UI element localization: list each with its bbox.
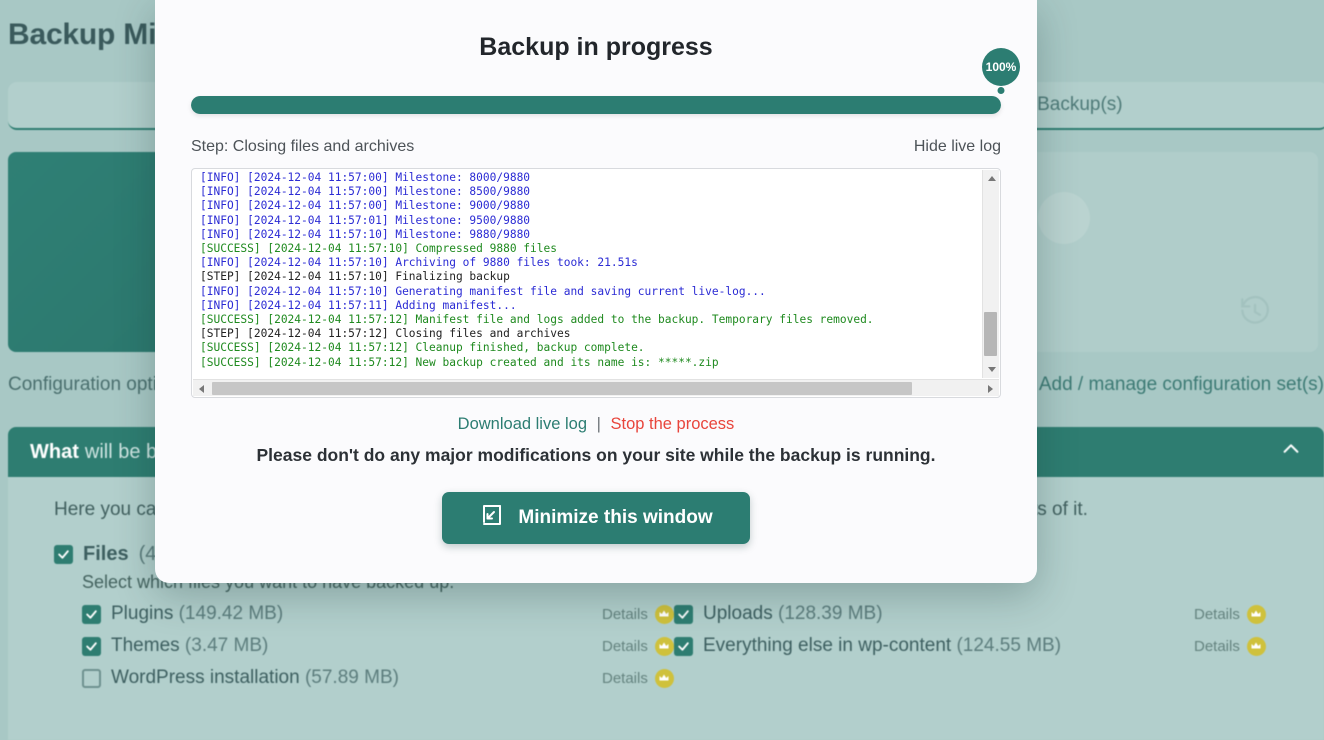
list-item[interactable]: WordPress installation (57.89 MB) bbox=[82, 667, 602, 689]
log-line: [INFO] [2024-12-04 11:57:10] Archiving o… bbox=[200, 256, 638, 270]
log-line: [STEP] [2024-12-04 11:57:12] Closing fil… bbox=[200, 327, 571, 341]
list-item[interactable]: Themes (3.47 MB) bbox=[82, 635, 602, 657]
log-line: [INFO] [2024-12-04 11:57:10] Milestone: … bbox=[200, 227, 531, 241]
step-row: Step: Closing files and archives Hide li… bbox=[191, 138, 1001, 156]
restore-card-decor-circle bbox=[1038, 192, 1090, 244]
list-item[interactable]: Plugins (149.42 MB) bbox=[82, 603, 602, 625]
scroll-right-arrow-icon[interactable] bbox=[982, 380, 999, 397]
plugins-checkbox[interactable] bbox=[82, 604, 101, 624]
current-step-label: Step: Closing files and archives bbox=[191, 138, 415, 155]
details-label: Details bbox=[1194, 637, 1240, 655]
progress-bar-fill bbox=[191, 96, 1001, 114]
warning-message: Please don't do any major modifications … bbox=[256, 445, 936, 465]
log-line: [SUCCESS] [2024-12-04 11:57:10] Compress… bbox=[200, 242, 557, 256]
crown-icon bbox=[1246, 604, 1266, 624]
restore-backup-card[interactable] bbox=[1026, 152, 1318, 352]
backup-in-progress-modal: Backup in progress 100% Step: Closing fi… bbox=[155, 0, 1037, 583]
wordpress-installation-size: (57.89 MB) bbox=[304, 667, 399, 688]
log-line: [INFO] [2024-12-04 11:57:10] Generating … bbox=[200, 284, 766, 298]
add-manage-configuration-sets-link[interactable]: + Add / manage configuration set(s) bbox=[1024, 374, 1324, 396]
details-label: Details bbox=[602, 669, 648, 687]
themes-details[interactable]: Details bbox=[602, 636, 674, 656]
panel-header-bold: What bbox=[30, 440, 79, 463]
progress-area: 100% bbox=[191, 48, 1020, 116]
wordpress-installation-checkbox[interactable] bbox=[82, 668, 101, 688]
scroll-up-arrow-icon[interactable] bbox=[983, 170, 1000, 187]
files-checkbox[interactable] bbox=[54, 545, 73, 564]
wordpress-installation-details[interactable]: Details bbox=[602, 668, 674, 688]
progress-badge-dot bbox=[997, 87, 1005, 94]
log-actions-row: Download live log | Stop the process bbox=[155, 415, 1037, 434]
plugins-details[interactable]: Details bbox=[602, 604, 674, 624]
uploads-size: (128.39 MB) bbox=[778, 603, 883, 624]
log-line: [INFO] [2024-12-04 11:57:00] Milestone: … bbox=[200, 171, 531, 184]
log-line: [INFO] [2024-12-04 11:57:01] Milestone: … bbox=[200, 213, 531, 227]
minimize-window-button[interactable]: Minimize this window bbox=[442, 492, 750, 544]
progress-bar-track bbox=[191, 96, 1001, 114]
progress-percent-badge: 100% bbox=[982, 48, 1020, 86]
modal-title: Backup in progress bbox=[479, 33, 713, 61]
log-line: [INFO] [2024-12-04 11:57:11] Adding mani… bbox=[200, 298, 517, 312]
crown-icon bbox=[1246, 636, 1266, 656]
files-label: Files bbox=[83, 543, 129, 565]
log-line: [STEP] [2024-12-04 11:57:10] Finalizing … bbox=[200, 270, 510, 284]
themes-checkbox[interactable] bbox=[82, 636, 101, 656]
vertical-scrollbar-thumb[interactable] bbox=[984, 312, 997, 356]
themes-label: Themes bbox=[111, 635, 180, 656]
everything-else-wp-content-size: (124.55 MB) bbox=[956, 635, 1062, 656]
stop-the-process-link[interactable]: Stop the process bbox=[610, 415, 734, 433]
horizontal-scrollbar-thumb[interactable] bbox=[212, 382, 912, 395]
everything-else-wp-content-checkbox[interactable] bbox=[674, 636, 693, 656]
live-log-horizontal-scrollbar[interactable] bbox=[193, 379, 999, 396]
wordpress-installation-label: WordPress installation bbox=[111, 667, 300, 688]
hide-live-log-link[interactable]: Hide live log bbox=[914, 138, 1001, 156]
details-label: Details bbox=[1194, 605, 1240, 623]
plugins-label: Plugins bbox=[111, 603, 174, 624]
everything-else-details[interactable]: Details bbox=[1194, 636, 1266, 656]
log-line: [SUCCESS] [2024-12-04 11:57:12] Manifest… bbox=[200, 313, 874, 327]
uploads-label: Uploads bbox=[703, 603, 773, 624]
minimize-window-label: Minimize this window bbox=[518, 507, 713, 528]
crown-icon bbox=[654, 636, 674, 656]
log-line: [SUCCESS] [2024-12-04 11:57:12] New back… bbox=[200, 355, 719, 369]
download-live-log-link[interactable]: Download live log bbox=[458, 415, 587, 433]
uploads-checkbox[interactable] bbox=[674, 604, 693, 624]
crown-icon bbox=[654, 604, 674, 624]
log-line: [INFO] [2024-12-04 11:57:00] Milestone: … bbox=[200, 185, 531, 199]
list-item[interactable]: Uploads (128.39 MB) bbox=[674, 603, 1194, 625]
uploads-details[interactable]: Details bbox=[1194, 604, 1266, 624]
live-log-box: [INFO] [2024-12-04 11:57:00] Milestone: … bbox=[191, 168, 1001, 398]
backup-items-grid: Plugins (149.42 MB) Details Uploads (128… bbox=[82, 603, 1278, 689]
details-label: Details bbox=[602, 637, 648, 655]
link-separator: | bbox=[596, 415, 601, 433]
scroll-left-arrow-icon[interactable] bbox=[193, 380, 210, 397]
everything-else-wp-content-label: Everything else in wp-content bbox=[703, 635, 952, 656]
details-label: Details bbox=[602, 605, 648, 623]
chevron-up-icon[interactable] bbox=[1280, 438, 1302, 466]
log-line: [INFO] [2024-12-04 11:57:00] Milestone: … bbox=[200, 199, 531, 213]
log-line: [SUCCESS] [2024-12-04 11:57:12] Cleanup … bbox=[200, 341, 645, 355]
themes-size: (3.47 MB) bbox=[184, 635, 269, 656]
plugins-size: (149.42 MB) bbox=[178, 603, 284, 624]
crown-icon bbox=[654, 668, 674, 688]
live-log-content[interactable]: [INFO] [2024-12-04 11:57:00] Milestone: … bbox=[200, 171, 981, 377]
live-log-vertical-scrollbar[interactable] bbox=[982, 170, 999, 378]
minimize-window-icon bbox=[479, 503, 503, 533]
scroll-down-arrow-icon[interactable] bbox=[983, 361, 1000, 378]
list-item[interactable]: Everything else in wp-content (124.55 MB… bbox=[674, 635, 1194, 657]
history-restore-icon bbox=[1238, 295, 1272, 334]
